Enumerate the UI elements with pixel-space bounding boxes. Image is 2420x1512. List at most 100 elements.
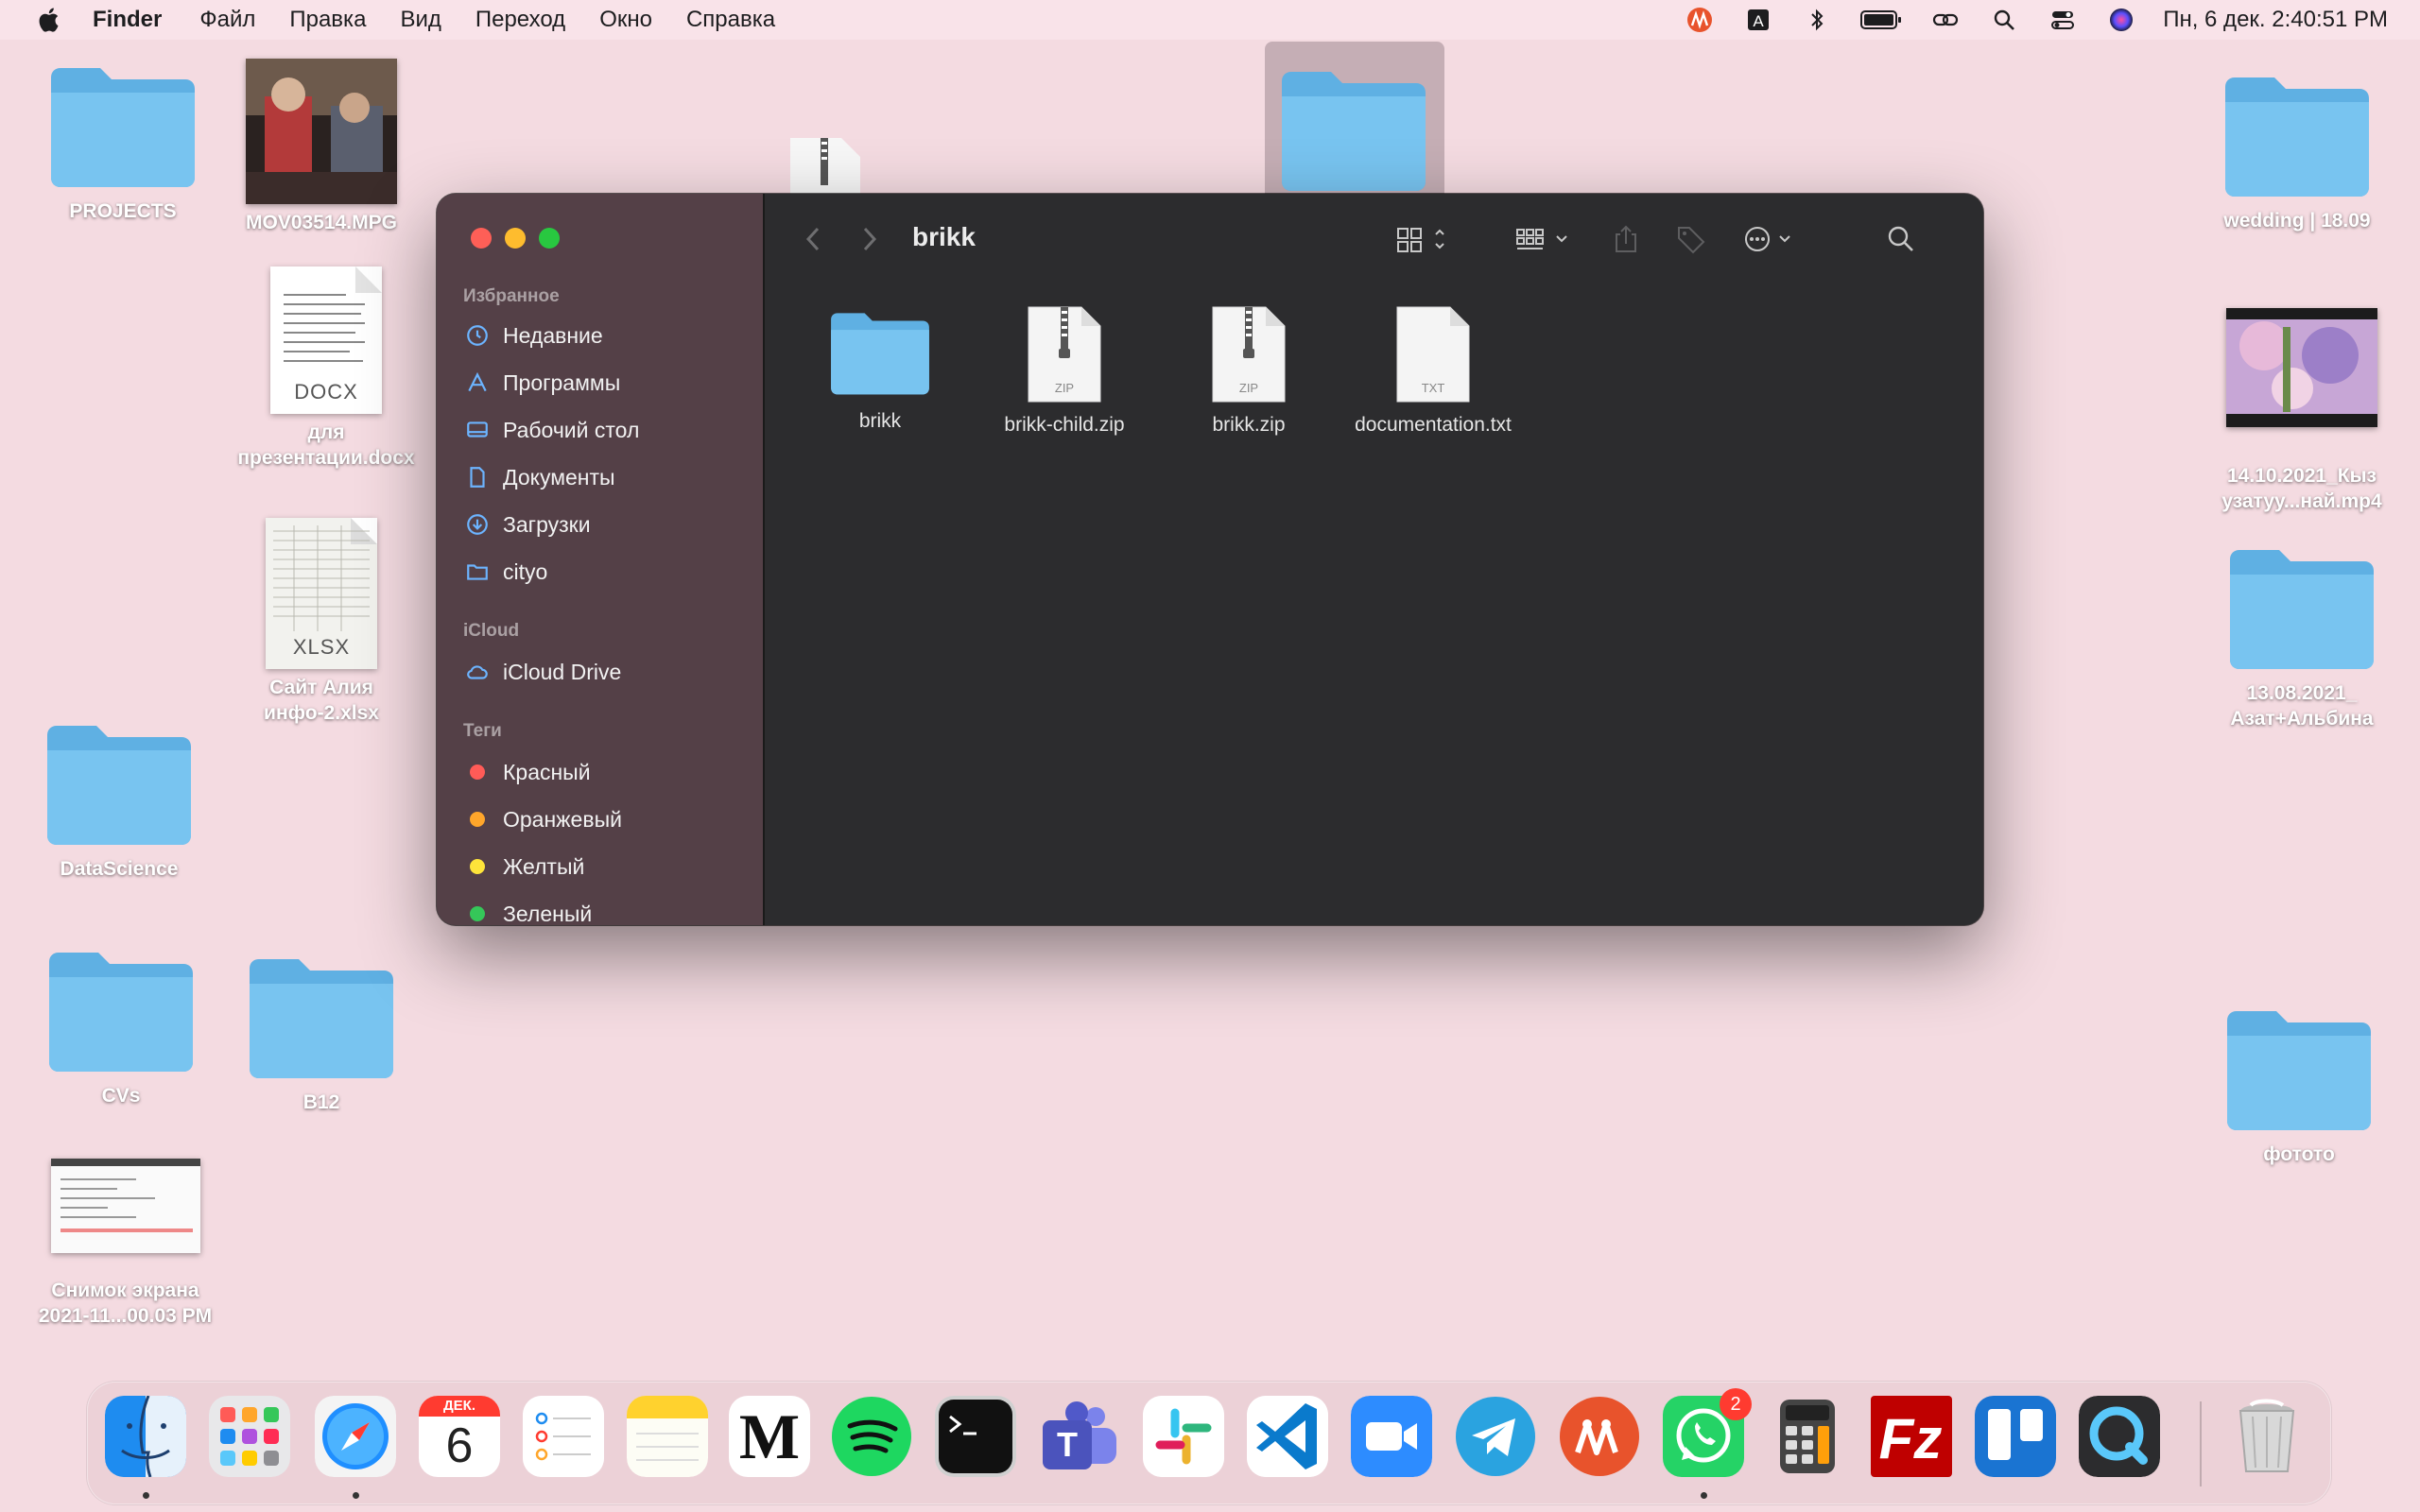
folder-icon[interactable]: [1276, 62, 1431, 197]
sidebar-tag-red[interactable]: Красный: [463, 753, 591, 791]
desktop-folder-fototo[interactable]: фотото: [2204, 1002, 2394, 1167]
minimize-button[interactable]: [505, 228, 526, 249]
file-item-brikk-folder[interactable]: brikk: [790, 305, 970, 434]
desktop-folder-13-08-2021[interactable]: 13.08.2021_ Азат+Альбина: [2203, 541, 2401, 731]
desktop-file-xlsx[interactable]: XLSX Сайт Алия инфо-2.xlsx: [227, 518, 416, 726]
finder-window[interactable]: Избранное Недавние Программы Рабочий сто…: [437, 194, 1983, 925]
close-button[interactable]: [471, 228, 492, 249]
dock-app-spotify[interactable]: [831, 1396, 912, 1477]
menu-go[interactable]: Переход: [475, 7, 565, 33]
sidebar-item-applications[interactable]: Программы: [463, 364, 620, 402]
ellipsis-circle-icon: [1745, 227, 1790, 251]
desktop-folder-datascience[interactable]: DataScience: [34, 716, 204, 882]
sidebar-item-downloads[interactable]: Загрузки: [463, 506, 591, 543]
desktop-folder-wedding[interactable]: wedding | 18.09: [2193, 68, 2401, 233]
notification-badge: 2: [1720, 1388, 1752, 1420]
menu-help[interactable]: Справка: [686, 7, 775, 33]
desktop-folder-projects[interactable]: PROJECTS: [38, 59, 208, 224]
dock-app-safari[interactable]: [315, 1396, 396, 1477]
view-mode-button[interactable]: [1394, 220, 1455, 258]
desktop-folder-cvs[interactable]: CVs: [36, 943, 206, 1108]
tag-button[interactable]: [1672, 220, 1710, 258]
zoom-button[interactable]: [539, 228, 560, 249]
file-ext-label: XLSX: [292, 635, 351, 659]
dock-app-finder[interactable]: [105, 1396, 186, 1477]
link-icon[interactable]: [1928, 6, 1962, 34]
file-item-brikk-child-zip[interactable]: ZIP brikk-child.zip: [975, 305, 1154, 438]
keyboard-a-icon[interactable]: A: [1741, 6, 1775, 34]
reminders-icon: [523, 1396, 604, 1477]
more-actions-button[interactable]: [1742, 220, 1805, 258]
dock-app-whatsapp[interactable]: 2: [1663, 1388, 1752, 1477]
search-icon[interactable]: [1987, 6, 2021, 34]
dock-app-teams[interactable]: T: [1039, 1396, 1120, 1477]
menu-edit[interactable]: Правка: [289, 7, 366, 33]
sidebar-item-label: Зеленый: [503, 901, 593, 926]
icon-grid-icon: [1397, 228, 1444, 252]
dock-app-calendar[interactable]: ДЕК. 6: [419, 1396, 500, 1477]
menubar-clock[interactable]: Пн, 6 дек. 2:40:51 PM: [2163, 7, 2388, 33]
dock-app-calculator[interactable]: [1767, 1396, 1848, 1477]
desktop-file-docx[interactable]: DOCX для презентации.docx: [217, 266, 435, 471]
dock-app-trello[interactable]: [1975, 1396, 2056, 1477]
running-indicator: [1701, 1492, 1707, 1499]
sidebar-tag-orange[interactable]: Оранжевый: [463, 800, 622, 838]
dock-app-reminders[interactable]: [523, 1396, 604, 1477]
file-item-brikk-zip[interactable]: ZIP brikk.zip: [1159, 305, 1339, 438]
file-ext-label: ZIP: [1055, 381, 1074, 395]
dock-app-zoom[interactable]: [1351, 1396, 1432, 1477]
dock-app-medium[interactable]: M: [729, 1396, 810, 1477]
group-button[interactable]: [1513, 220, 1576, 258]
dock-app-quicktime[interactable]: [2079, 1396, 2160, 1477]
siri-icon[interactable]: [2104, 6, 2138, 34]
folder-icon: [47, 726, 191, 845]
desktop-video-mov03514[interactable]: MOV03514.MPG: [227, 59, 416, 235]
menu-app-finder[interactable]: Finder: [93, 7, 162, 33]
desktop-label: wedding | 18.09: [2223, 210, 2371, 232]
file-item-documentation-txt[interactable]: TXT documentation.txt: [1343, 305, 1523, 438]
launchpad-icon: [209, 1396, 290, 1477]
dock-app-terminal[interactable]: [935, 1396, 1016, 1477]
forward-button[interactable]: [856, 220, 884, 258]
dock-app-vscode[interactable]: [1247, 1396, 1328, 1477]
battery-icon[interactable]: [1858, 6, 1904, 34]
menu-view[interactable]: Вид: [400, 7, 441, 33]
trash-icon: [2238, 1399, 2295, 1472]
miro-icon[interactable]: [1683, 6, 1717, 34]
dock-app-telegram[interactable]: [1455, 1396, 1536, 1477]
desktop-folder-b12[interactable]: B12: [236, 950, 406, 1115]
control-center-icon[interactable]: [2046, 6, 2080, 34]
dock-app-slack[interactable]: [1143, 1396, 1224, 1477]
zip-file-icon: ZIP: [1027, 305, 1102, 404]
sidebar-item-icloud-drive[interactable]: iCloud Drive: [463, 653, 621, 691]
share-button[interactable]: [1610, 220, 1642, 258]
menu-file[interactable]: Файл: [199, 7, 255, 33]
sidebar-tag-green[interactable]: Зеленый: [463, 895, 592, 925]
cloud-icon: [463, 658, 492, 686]
sidebar-item-label: Желтый: [503, 853, 585, 879]
sidebar-item-desktop[interactable]: Рабочий стол: [463, 411, 639, 449]
desktop-file-screenshot[interactable]: Снимок экрана 2021-11...00.03 PM: [19, 1159, 232, 1329]
finder-content[interactable]: brikk brikk ZIP brikk-child.zip ZIP brik…: [765, 194, 1983, 925]
dock-app-launchpad[interactable]: [209, 1396, 290, 1477]
apple-icon[interactable]: [36, 6, 64, 34]
zoom-icon: [1351, 1396, 1432, 1477]
sidebar-item-cityo[interactable]: cityo: [463, 553, 547, 591]
search-icon: [1888, 226, 1913, 251]
sidebar-item-documents[interactable]: Документы: [463, 458, 615, 496]
dock-app-filezilla[interactable]: Fz: [1871, 1396, 1952, 1477]
sidebar-tag-yellow[interactable]: Желтый: [463, 848, 584, 885]
menu-window[interactable]: Окно: [599, 7, 652, 33]
dock-app-notes[interactable]: [627, 1396, 708, 1477]
calendar-icon: ДЕК. 6: [419, 1396, 500, 1477]
file-ext-label: DOCX: [294, 380, 358, 404]
dock-app-trash[interactable]: [2226, 1396, 2308, 1477]
back-button[interactable]: [799, 220, 827, 258]
sidebar-item-recents[interactable]: Недавние: [463, 317, 603, 354]
search-button[interactable]: [1882, 220, 1920, 258]
sidebar-item-label: cityo: [503, 558, 548, 584]
dock-app-miro[interactable]: [1559, 1396, 1640, 1477]
desktop-video-mp4[interactable]: 14.10.2021_Кыз узатуу...най.mp4: [2203, 308, 2401, 514]
bluetooth-icon[interactable]: [1800, 6, 1834, 34]
screenshot-thumbnail: [50, 1159, 200, 1253]
